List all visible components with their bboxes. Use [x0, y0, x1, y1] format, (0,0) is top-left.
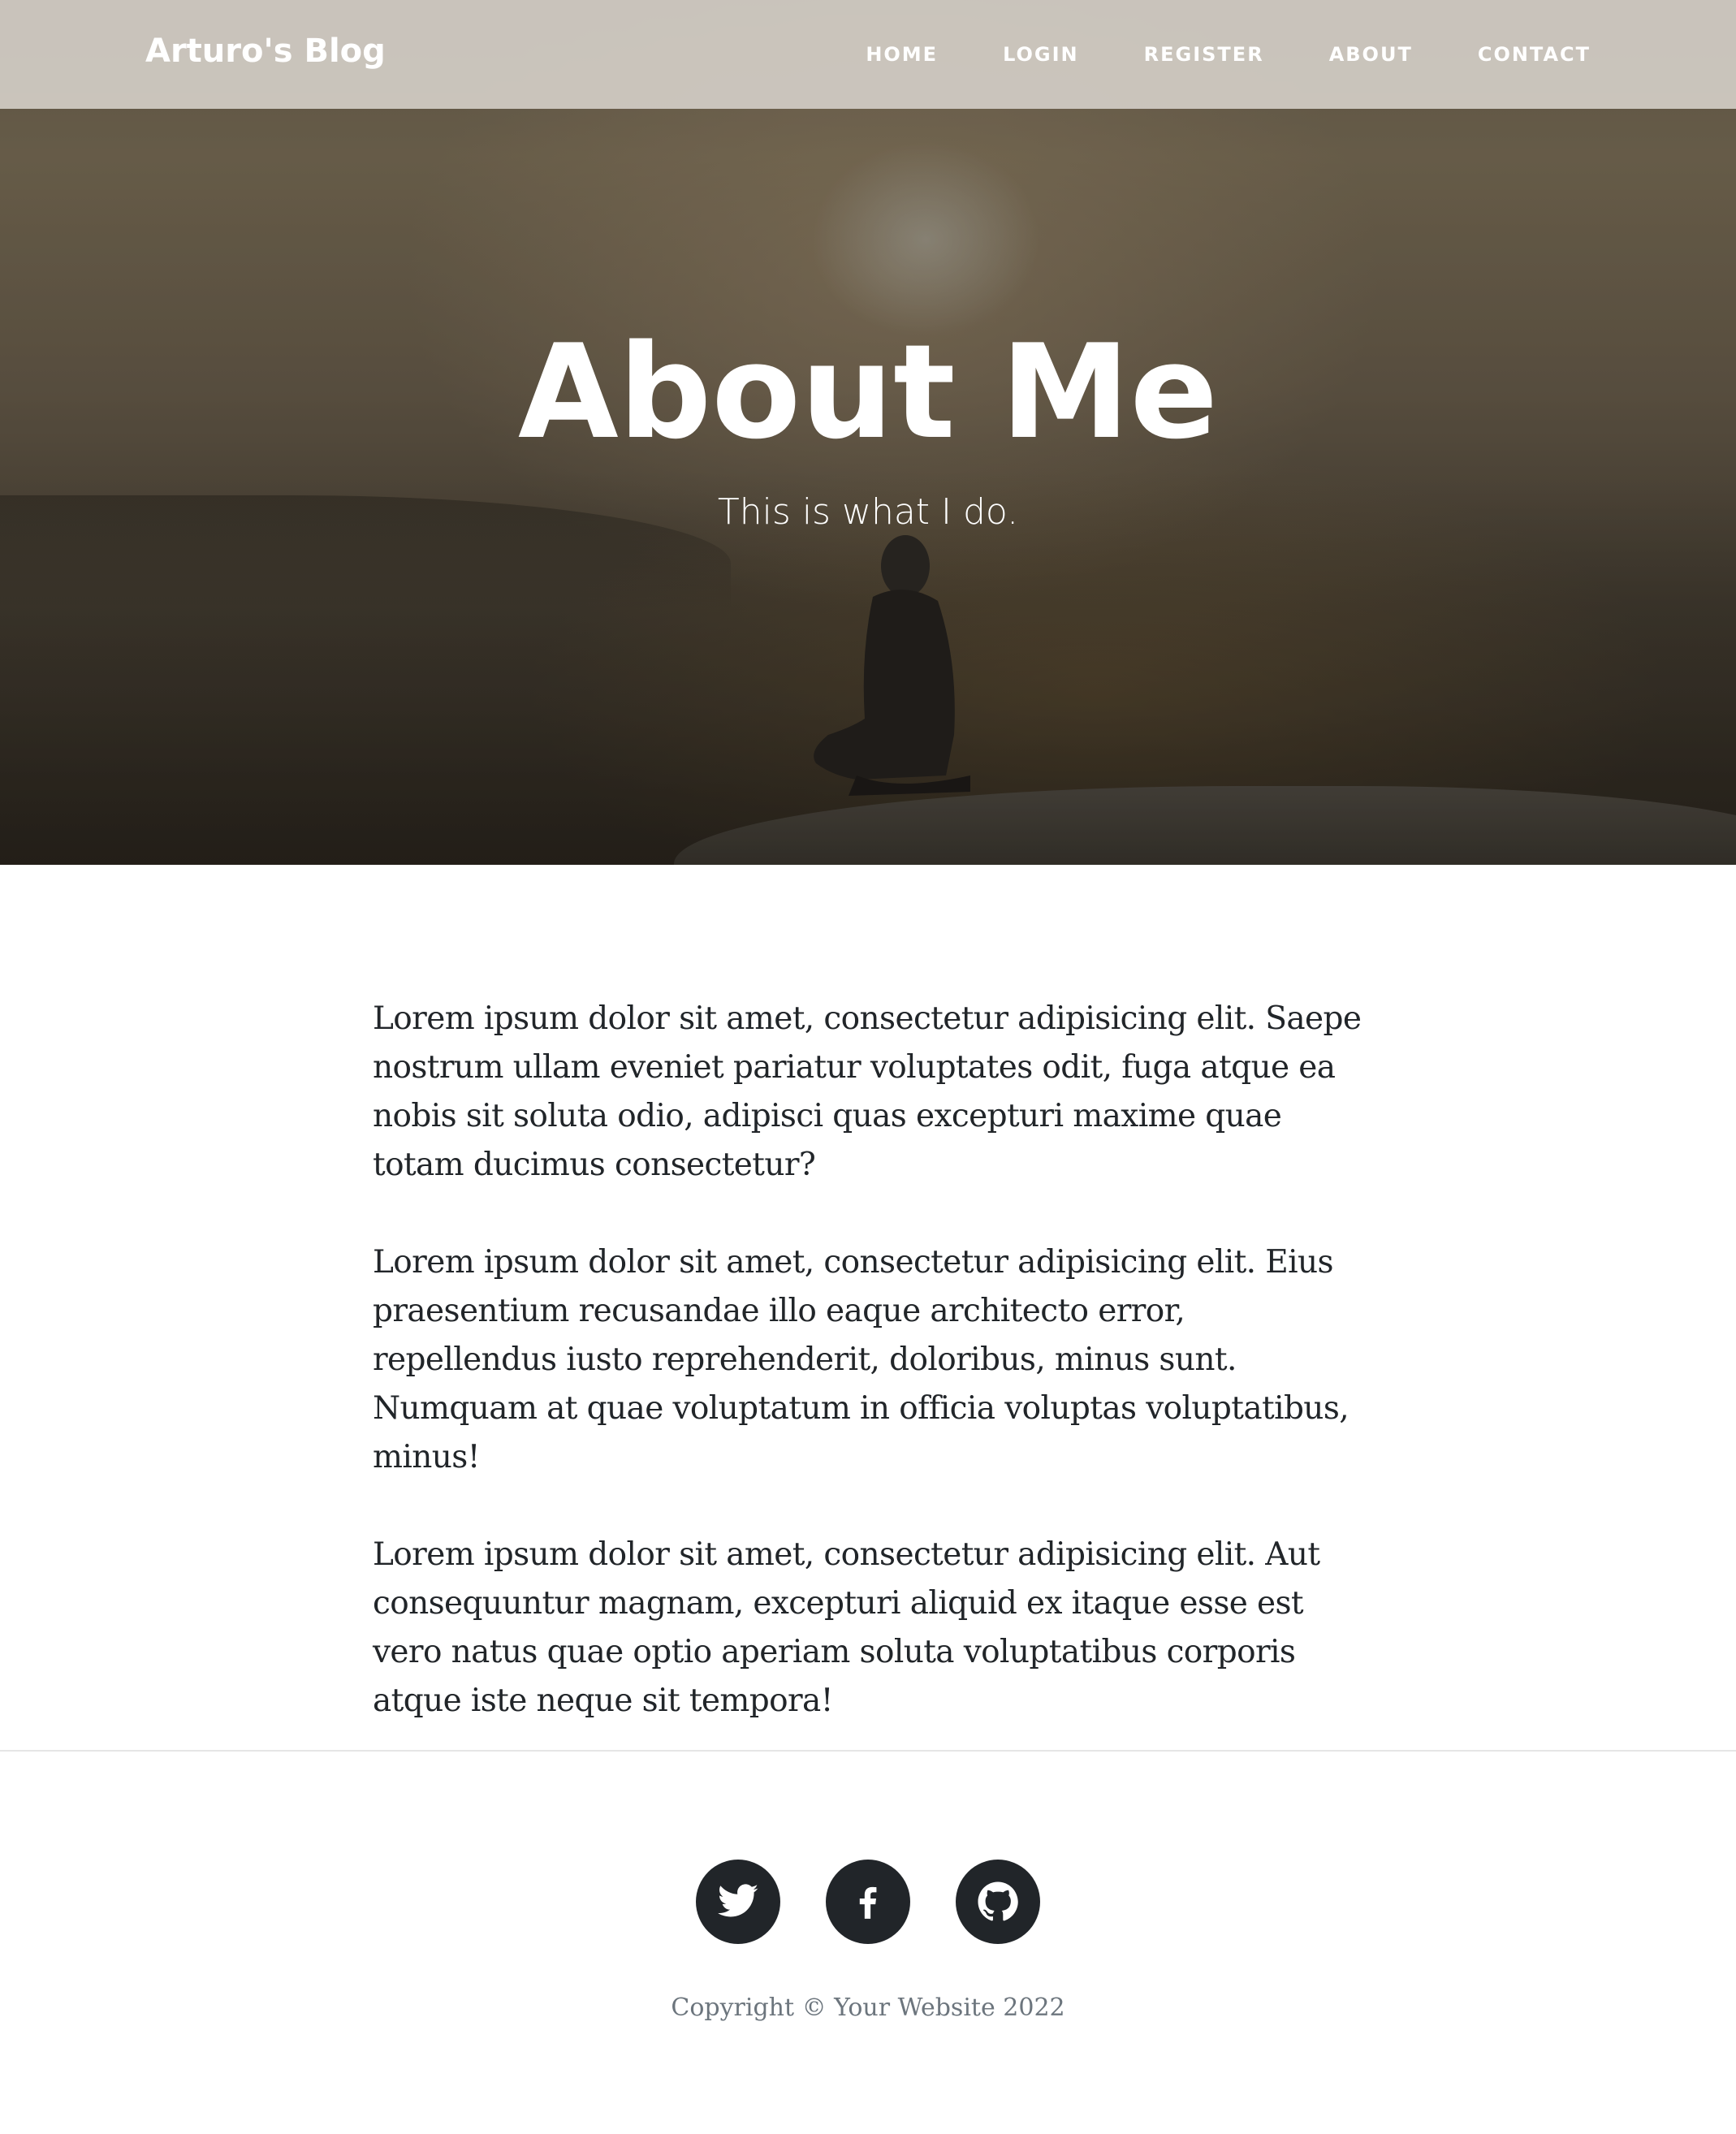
nav-link-about[interactable]: ABOUT: [1329, 43, 1413, 66]
nav-link-home[interactable]: HOME: [866, 43, 938, 66]
footer-divider: [0, 1750, 1736, 1752]
twitter-icon: [718, 1884, 758, 1917]
nav-link-login[interactable]: LOGIN: [1003, 43, 1079, 66]
page-subtitle: This is what I do.: [717, 491, 1019, 533]
brand-link[interactable]: Arturo's Blog: [145, 32, 386, 70]
main-content: Lorem ipsum dolor sit amet, consectetur …: [373, 995, 1363, 1774]
content-paragraph: Lorem ipsum dolor sit amet, consectetur …: [373, 1244, 1350, 1475]
hero-heading: About Me This is what I do.: [0, 316, 1736, 534]
github-icon: [978, 1881, 1018, 1921]
nav-link-contact[interactable]: CONTACT: [1478, 43, 1591, 66]
content-paragraph: Lorem ipsum dolor sit amet, consectetur …: [373, 1000, 1362, 1183]
twitter-link[interactable]: [696, 1860, 780, 1944]
hero-header: About Me This is what I do.: [0, 0, 1736, 865]
copyright-text: Copyright © Your Website 2022: [671, 1994, 1065, 2022]
facebook-link[interactable]: [826, 1860, 910, 1944]
nav-links: HOME LOGIN REGISTER ABOUT CONTACT: [801, 0, 1591, 109]
page-title: About Me: [517, 316, 1219, 468]
nav-link-register[interactable]: REGISTER: [1144, 43, 1264, 66]
content-paragraph: Lorem ipsum dolor sit amet, consectetur …: [373, 1536, 1320, 1719]
navbar: Arturo's Blog HOME LOGIN REGISTER ABOUT …: [0, 0, 1736, 109]
facebook-icon: [859, 1886, 877, 1919]
github-link[interactable]: [956, 1860, 1040, 1944]
social-links: [0, 1860, 1736, 1944]
